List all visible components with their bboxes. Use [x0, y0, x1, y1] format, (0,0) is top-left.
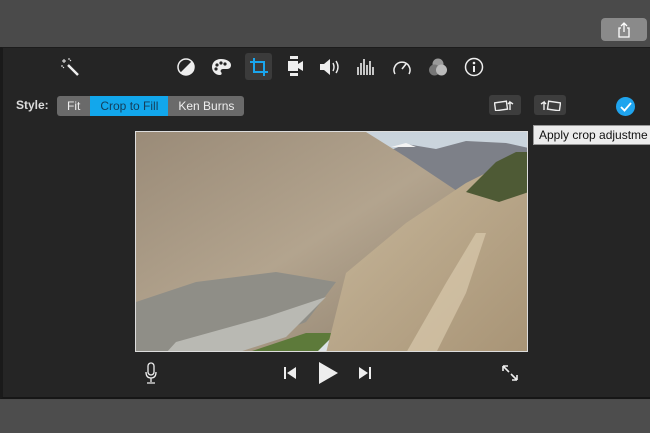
share-button[interactable]	[601, 18, 647, 41]
rotate-left-button[interactable]	[489, 95, 521, 115]
rotate-right-icon	[540, 100, 561, 111]
microphone-button[interactable]	[142, 362, 160, 384]
rotate-right-button[interactable]	[534, 95, 566, 115]
fullscreen-button[interactable]	[500, 363, 520, 383]
style-label: Style:	[16, 98, 49, 112]
rotate-left-icon	[494, 100, 514, 111]
skip-forward-icon	[359, 367, 371, 379]
play-icon	[319, 362, 338, 384]
microphone-icon	[145, 362, 157, 384]
skip-back-button[interactable]	[282, 365, 298, 381]
color-balance-icon[interactable]	[175, 56, 197, 78]
speed-icon[interactable]	[391, 56, 413, 78]
skip-forward-button[interactable]	[357, 365, 373, 381]
style-fit-button[interactable]: Fit	[57, 96, 91, 116]
clip-filter-icon[interactable]	[427, 56, 449, 78]
top-bar	[0, 0, 650, 47]
style-segmented-control: Fit Crop to Fill Ken Burns	[57, 96, 245, 116]
timeline-area	[0, 400, 650, 433]
equalizer-icon[interactable]	[355, 56, 377, 78]
video-preview	[135, 131, 528, 352]
style-ken-burns-button[interactable]: Ken Burns	[168, 96, 245, 116]
share-icon	[618, 21, 630, 38]
color-correction-icon[interactable]	[209, 56, 233, 78]
checkmark-icon	[619, 101, 632, 112]
apply-crop-button[interactable]	[616, 97, 635, 116]
fullscreen-icon	[502, 365, 518, 381]
skip-back-icon	[284, 367, 296, 379]
stabilization-icon[interactable]	[285, 55, 305, 79]
play-button[interactable]	[317, 361, 339, 385]
tooltip: Apply crop adjustme	[533, 125, 650, 145]
magic-wand-icon[interactable]	[58, 55, 82, 79]
volume-icon[interactable]	[318, 56, 342, 78]
info-icon[interactable]	[463, 56, 485, 78]
crop-icon[interactable]	[245, 53, 272, 80]
style-crop-to-fill-button[interactable]: Crop to Fill	[90, 96, 169, 116]
